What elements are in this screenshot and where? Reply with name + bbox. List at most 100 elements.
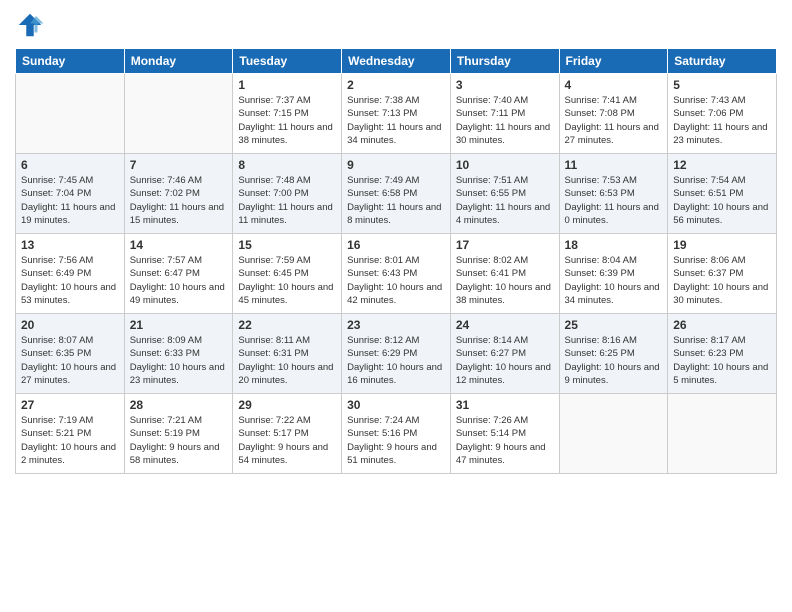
day-number: 23 (347, 318, 445, 332)
day-number: 28 (130, 398, 228, 412)
calendar-cell (16, 74, 125, 154)
day-number: 13 (21, 238, 119, 252)
calendar-cell: 16Sunrise: 8:01 AM Sunset: 6:43 PM Dayli… (342, 234, 451, 314)
logo (15, 10, 49, 40)
cell-info: Sunrise: 7:46 AM Sunset: 7:02 PM Dayligh… (130, 174, 228, 227)
week-row-3: 13 Sunrise: 7:56 AM Sunset: 6:49 PM Dayli… (16, 234, 777, 314)
week-row-2: 6Sunrise: 7:45 AM Sunset: 7:04 PM Daylig… (16, 154, 777, 234)
calendar-cell: 25 Sunrise: 8:16 AM Sunset: 6:25 PM Dayli… (559, 314, 668, 394)
day-number: 30 (347, 398, 445, 412)
week-row-1: 1Sunrise: 7:37 AM Sunset: 7:15 PM Daylig… (16, 74, 777, 154)
cell-info: Sunrise: 8:12 AM Sunset: 6:29 PM Dayligh… (347, 334, 445, 387)
cell-info: Sunrise: 8:06 AM Sunset: 6:37 PM Dayligh… (673, 254, 771, 307)
day-header-thursday: Thursday (450, 49, 559, 74)
calendar-cell: 26 Sunrise: 8:17 AM Sunset: 6:23 PM Dayli… (668, 314, 777, 394)
cell-info: Sunrise: 8:16 AM Sunset: 6:25 PM Dayligh… (565, 334, 663, 387)
header (15, 10, 777, 40)
calendar-cell: 8 Sunrise: 7:48 AM Sunset: 7:00 PM Daylig… (233, 154, 342, 234)
calendar-cell: 18 Sunrise: 8:04 AM Sunset: 6:39 PM Dayli… (559, 234, 668, 314)
cell-info: Sunrise: 8:14 AM Sunset: 6:27 PM Dayligh… (456, 334, 554, 387)
day-number: 5 (673, 78, 771, 92)
calendar-cell: 6Sunrise: 7:45 AM Sunset: 7:04 PM Daylig… (16, 154, 125, 234)
day-header-tuesday: Tuesday (233, 49, 342, 74)
day-number: 7 (130, 158, 228, 172)
calendar-cell: 10 Sunrise: 7:51 AM Sunset: 6:55 PM Dayli… (450, 154, 559, 234)
calendar-cell: 21 Sunrise: 8:09 AM Sunset: 6:33 PM Dayli… (124, 314, 233, 394)
day-number: 4 (565, 78, 663, 92)
calendar-cell: 24 Sunrise: 8:14 AM Sunset: 6:27 PM Dayli… (450, 314, 559, 394)
day-header-sunday: Sunday (16, 49, 125, 74)
day-number: 27 (21, 398, 119, 412)
cell-info: Sunrise: 7:19 AM Sunset: 5:21 PM Dayligh… (21, 414, 119, 467)
day-number: 26 (673, 318, 771, 332)
day-number: 9 (347, 158, 445, 172)
day-number: 15 (238, 238, 336, 252)
cell-info: Sunrise: 8:11 AM Sunset: 6:31 PM Dayligh… (238, 334, 336, 387)
day-number: 29 (238, 398, 336, 412)
cell-info: Sunrise: 7:48 AM Sunset: 7:00 PM Dayligh… (238, 174, 336, 227)
day-header-friday: Friday (559, 49, 668, 74)
calendar-cell (668, 394, 777, 474)
calendar-cell: 7 Sunrise: 7:46 AM Sunset: 7:02 PM Daylig… (124, 154, 233, 234)
cell-info: Sunrise: 7:40 AM Sunset: 7:11 PM Dayligh… (456, 94, 554, 147)
day-number: 8 (238, 158, 336, 172)
calendar-cell: 27 Sunrise: 7:19 AM Sunset: 5:21 PM Dayli… (16, 394, 125, 474)
calendar-table: SundayMondayTuesdayWednesdayThursdayFrid… (15, 48, 777, 474)
cell-info: Sunrise: 8:09 AM Sunset: 6:33 PM Dayligh… (130, 334, 228, 387)
cell-info: Sunrise: 7:57 AM Sunset: 6:47 PM Dayligh… (130, 254, 228, 307)
cell-info: Sunrise: 7:51 AM Sunset: 6:55 PM Dayligh… (456, 174, 554, 227)
cell-info: Sunrise: 8:02 AM Sunset: 6:41 PM Dayligh… (456, 254, 554, 307)
logo-icon (15, 10, 45, 40)
day-number: 31 (456, 398, 554, 412)
day-number: 25 (565, 318, 663, 332)
day-number: 12 (673, 158, 771, 172)
calendar-cell: 28 Sunrise: 7:21 AM Sunset: 5:19 PM Dayli… (124, 394, 233, 474)
day-number: 2 (347, 78, 445, 92)
calendar-cell: 9 Sunrise: 7:49 AM Sunset: 6:58 PM Daylig… (342, 154, 451, 234)
cell-info: Sunrise: 7:37 AM Sunset: 7:15 PM Dayligh… (238, 94, 336, 147)
calendar-cell: 29Sunrise: 7:22 AM Sunset: 5:17 PM Dayli… (233, 394, 342, 474)
calendar-cell (559, 394, 668, 474)
cell-info: Sunrise: 7:45 AM Sunset: 7:04 PM Dayligh… (21, 174, 119, 227)
day-number: 3 (456, 78, 554, 92)
day-number: 10 (456, 158, 554, 172)
calendar-cell: 17Sunrise: 8:02 AM Sunset: 6:41 PM Dayli… (450, 234, 559, 314)
cell-info: Sunrise: 7:59 AM Sunset: 6:45 PM Dayligh… (238, 254, 336, 307)
cell-info: Sunrise: 7:54 AM Sunset: 6:51 PM Dayligh… (673, 174, 771, 227)
day-number: 11 (565, 158, 663, 172)
day-number: 19 (673, 238, 771, 252)
day-number: 18 (565, 238, 663, 252)
calendar-cell: 2 Sunrise: 7:38 AM Sunset: 7:13 PM Daylig… (342, 74, 451, 154)
calendar-cell: 19 Sunrise: 8:06 AM Sunset: 6:37 PM Dayli… (668, 234, 777, 314)
calendar-cell: 11 Sunrise: 7:53 AM Sunset: 6:53 PM Dayli… (559, 154, 668, 234)
week-row-4: 20Sunrise: 8:07 AM Sunset: 6:35 PM Dayli… (16, 314, 777, 394)
calendar-cell: 4 Sunrise: 7:41 AM Sunset: 7:08 PM Daylig… (559, 74, 668, 154)
cell-info: Sunrise: 7:24 AM Sunset: 5:16 PM Dayligh… (347, 414, 445, 467)
cell-info: Sunrise: 8:17 AM Sunset: 6:23 PM Dayligh… (673, 334, 771, 387)
header-row: SundayMondayTuesdayWednesdayThursdayFrid… (16, 49, 777, 74)
cell-info: Sunrise: 7:49 AM Sunset: 6:58 PM Dayligh… (347, 174, 445, 227)
calendar-cell: 31 Sunrise: 7:26 AM Sunset: 5:14 PM Dayli… (450, 394, 559, 474)
cell-info: Sunrise: 7:53 AM Sunset: 6:53 PM Dayligh… (565, 174, 663, 227)
cell-info: Sunrise: 7:41 AM Sunset: 7:08 PM Dayligh… (565, 94, 663, 147)
calendar-cell (124, 74, 233, 154)
calendar-cell: 1Sunrise: 7:37 AM Sunset: 7:15 PM Daylig… (233, 74, 342, 154)
cell-info: Sunrise: 8:07 AM Sunset: 6:35 PM Dayligh… (21, 334, 119, 387)
day-number: 14 (130, 238, 228, 252)
cell-info: Sunrise: 8:01 AM Sunset: 6:43 PM Dayligh… (347, 254, 445, 307)
calendar-cell: 3 Sunrise: 7:40 AM Sunset: 7:11 PM Daylig… (450, 74, 559, 154)
calendar-cell: 13 Sunrise: 7:56 AM Sunset: 6:49 PM Dayli… (16, 234, 125, 314)
cell-info: Sunrise: 7:56 AM Sunset: 6:49 PM Dayligh… (21, 254, 119, 307)
day-number: 21 (130, 318, 228, 332)
day-header-saturday: Saturday (668, 49, 777, 74)
day-number: 24 (456, 318, 554, 332)
cell-info: Sunrise: 8:04 AM Sunset: 6:39 PM Dayligh… (565, 254, 663, 307)
day-header-wednesday: Wednesday (342, 49, 451, 74)
cell-info: Sunrise: 7:43 AM Sunset: 7:06 PM Dayligh… (673, 94, 771, 147)
calendar-cell: 30 Sunrise: 7:24 AM Sunset: 5:16 PM Dayli… (342, 394, 451, 474)
day-header-monday: Monday (124, 49, 233, 74)
cell-info: Sunrise: 7:21 AM Sunset: 5:19 PM Dayligh… (130, 414, 228, 467)
cell-info: Sunrise: 7:26 AM Sunset: 5:14 PM Dayligh… (456, 414, 554, 467)
calendar-cell: 12 Sunrise: 7:54 AM Sunset: 6:51 PM Dayli… (668, 154, 777, 234)
cell-info: Sunrise: 7:38 AM Sunset: 7:13 PM Dayligh… (347, 94, 445, 147)
